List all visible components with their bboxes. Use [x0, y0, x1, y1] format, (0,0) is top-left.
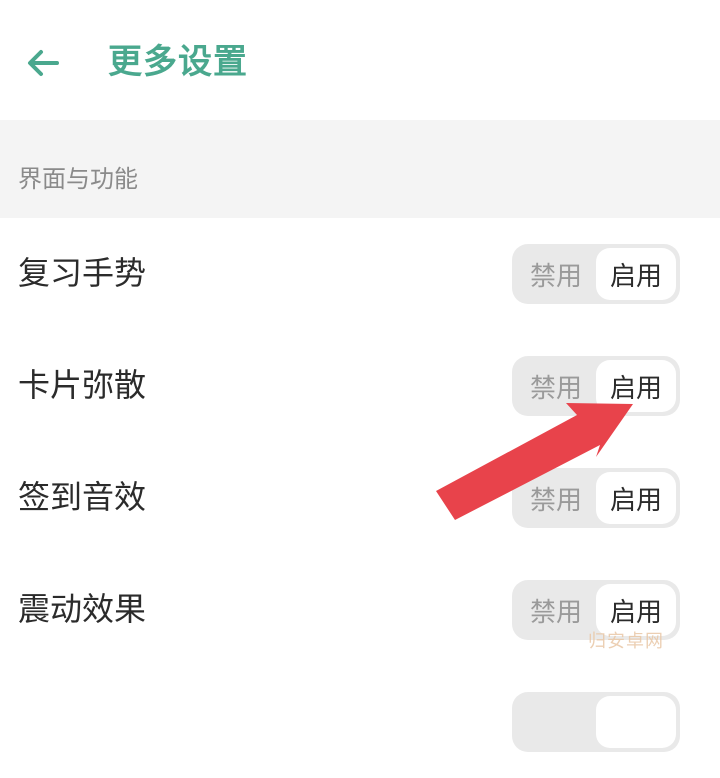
enable-option[interactable]: [596, 696, 676, 748]
disable-option[interactable]: 禁用: [516, 248, 596, 300]
enable-option[interactable]: 启用: [596, 472, 676, 524]
setting-row-review-gesture: 复习手势 禁用 启用: [0, 218, 720, 330]
setting-label: 卡片弥散: [18, 366, 147, 404]
section-header: 界面与功能: [0, 120, 720, 218]
toggle-segment: 禁用 启用: [512, 244, 680, 304]
disable-option[interactable]: 禁用: [516, 584, 596, 636]
setting-row-checkin-sound: 签到音效 禁用 启用: [0, 442, 720, 554]
toggle-segment: 禁用 启用: [512, 468, 680, 528]
enable-option[interactable]: 启用: [596, 360, 676, 412]
page-title: 更多设置: [108, 42, 248, 82]
setting-row-card-diffuse: 卡片弥散 禁用 启用: [0, 330, 720, 442]
setting-label: 震动效果: [18, 590, 147, 628]
watermark: 归安卓网: [588, 631, 664, 652]
app-header: 更多设置: [0, 0, 720, 120]
disable-option[interactable]: [516, 696, 596, 748]
enable-option[interactable]: 启用: [596, 248, 676, 300]
toggle-segment: 禁用 启用: [512, 356, 680, 416]
setting-label: 复习手势: [18, 254, 147, 292]
back-button[interactable]: [20, 40, 66, 86]
section-label: 界面与功能: [18, 165, 138, 193]
disable-option[interactable]: 禁用: [516, 472, 596, 524]
setting-label: 签到音效: [18, 478, 147, 516]
arrow-left-icon: [28, 50, 59, 76]
setting-row-partial: [0, 666, 720, 778]
disable-option[interactable]: 禁用: [516, 360, 596, 412]
toggle-segment: [512, 692, 680, 752]
